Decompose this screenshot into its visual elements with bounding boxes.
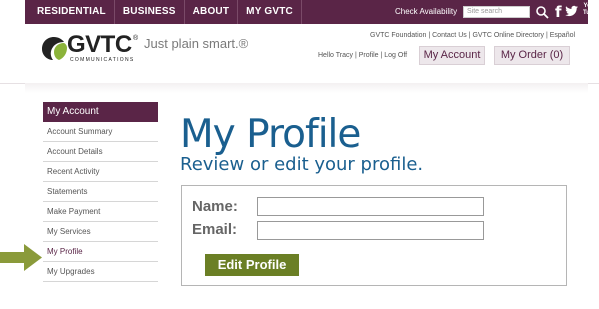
search-input[interactable]: Site search [463, 6, 530, 18]
pointer-arrow-icon [0, 244, 42, 271]
sidebar-item-account-summary[interactable]: Account Summary [43, 122, 158, 142]
logo-subtitle: COMMUNICATIONS [70, 57, 135, 63]
nav-residential[interactable]: RESIDENTIAL [25, 0, 115, 24]
twitter-icon[interactable] [565, 4, 579, 18]
sidebar-item-my-profile[interactable]: My Profile [43, 242, 158, 262]
tagline: Just plain smart.® [144, 36, 249, 51]
my-order-button[interactable]: My Order (0) [494, 46, 570, 65]
sidebar-title: My Account [43, 102, 158, 122]
sidebar-item-my-services[interactable]: My Services [43, 222, 158, 242]
page-subtitle: Review or edit your profile. [180, 154, 424, 175]
nav-my-gvtc[interactable]: MY GVTC [238, 0, 302, 24]
name-field[interactable] [257, 197, 484, 216]
edit-profile-button[interactable]: Edit Profile [205, 254, 299, 276]
gvtc-logo[interactable]: GVTC ® COMMUNICATIONS [40, 31, 139, 66]
sidebar-item-make-payment[interactable]: Make Payment [43, 202, 158, 222]
youtube-icon[interactable]: You Tube [583, 3, 597, 17]
account-sidebar: My Account Account Summary Account Detai… [43, 102, 158, 282]
email-label: Email: [192, 221, 238, 238]
my-account-button[interactable]: My Account [419, 46, 485, 65]
nav-about[interactable]: ABOUT [185, 0, 239, 24]
facebook-icon[interactable]: f [555, 3, 562, 21]
utility-links[interactable]: GVTC Foundation | Contact Us | GVTC Onli… [370, 32, 575, 39]
page-title: My Profile [180, 112, 361, 157]
logo-wordmark: GVTC [67, 31, 132, 58]
check-availability-link[interactable]: Check Availability [395, 0, 457, 24]
sidebar-item-recent-activity[interactable]: Recent Activity [43, 162, 158, 182]
sidebar-item-my-upgrades[interactable]: My Upgrades [43, 262, 158, 282]
logo-registered-mark: ® [133, 35, 139, 42]
user-links[interactable]: Hello Tracy | Profile | Log Off [318, 52, 407, 59]
nav-business[interactable]: BUSINESS [115, 0, 185, 24]
profile-form: Name: Email: Edit Profile [181, 185, 567, 286]
content-band-shadow [25, 83, 588, 93]
name-label: Name: [192, 198, 238, 215]
logo-mark-icon [42, 37, 67, 60]
search-icon[interactable] [535, 5, 549, 19]
top-nav: RESIDENTIAL BUSINESS ABOUT MY GVTC [25, 0, 302, 24]
top-nav-bar: RESIDENTIAL BUSINESS ABOUT MY GVTC Check… [25, 0, 597, 24]
sidebar-item-account-details[interactable]: Account Details [43, 142, 158, 162]
sidebar-item-statements[interactable]: Statements [43, 182, 158, 202]
youtube-label-tube: Tube [583, 10, 597, 16]
email-field[interactable] [257, 221, 484, 240]
youtube-label-you: You [583, 3, 595, 9]
